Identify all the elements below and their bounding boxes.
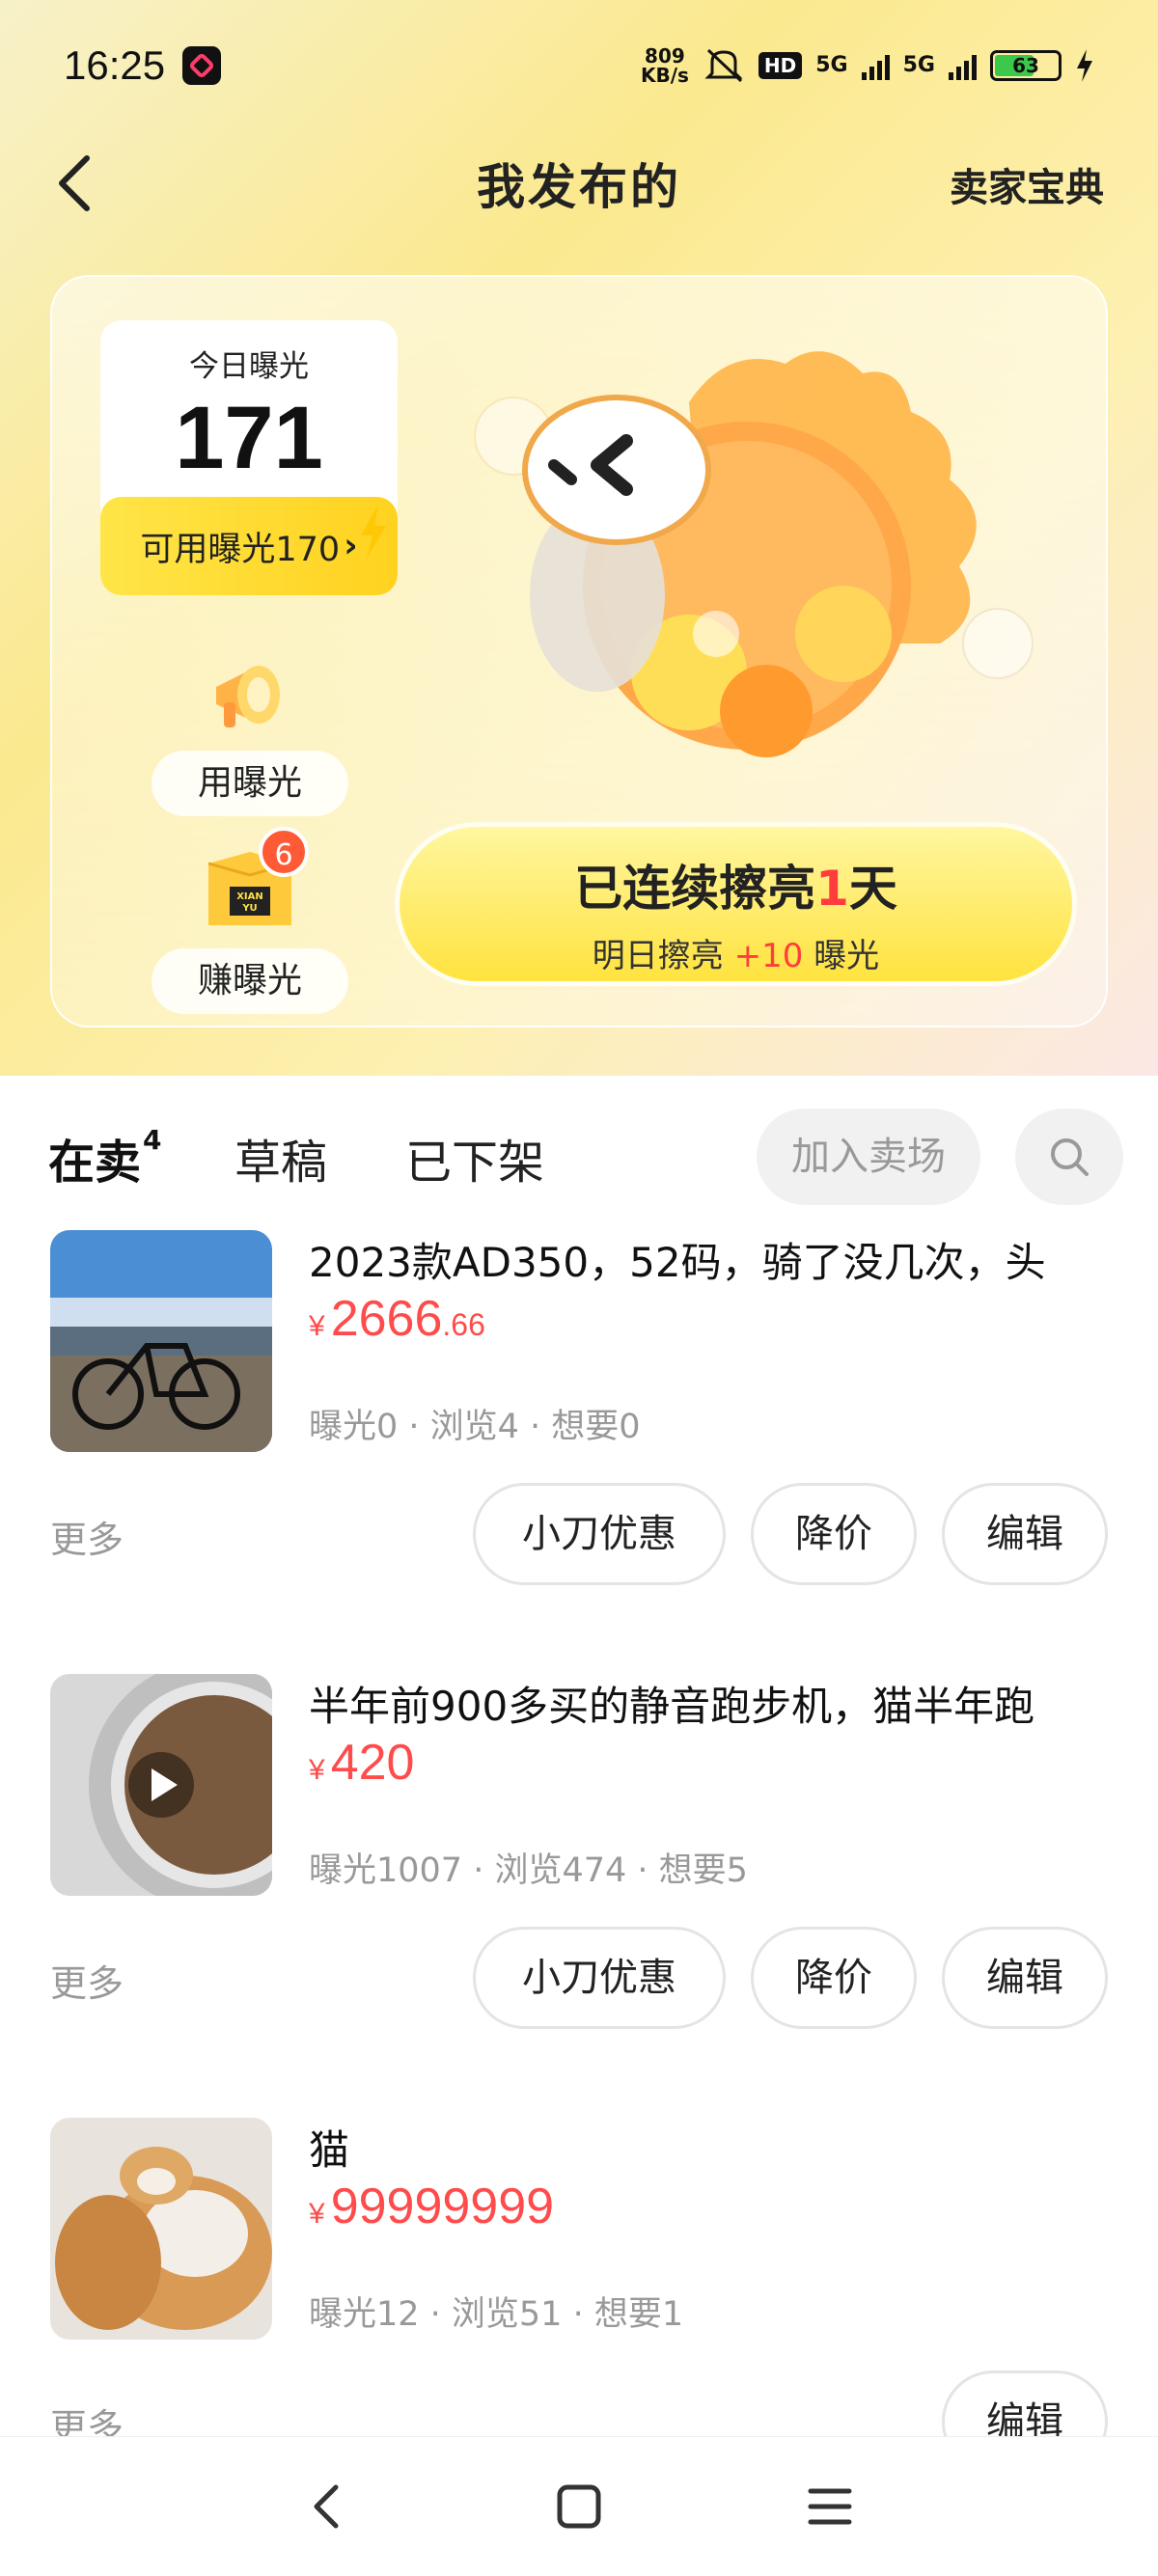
signal-5g-label-1: 5G: [815, 53, 848, 77]
svg-text:YU: YU: [241, 903, 257, 914]
treadmill-video-thumb: [50, 1674, 272, 1896]
today-exposure-value: 171: [175, 389, 323, 487]
status-bar: 16:25 809 KB/s HD 5G 5G 63: [0, 0, 1158, 130]
more-button[interactable]: 更多: [50, 1510, 124, 1563]
fish-mascot-illustration: [474, 351, 1034, 757]
system-navigation-bar: [0, 2436, 1158, 2576]
listing-price: ¥2666.66: [309, 1291, 485, 1347]
cat-photo: [50, 2118, 272, 2340]
listing-item[interactable]: 2023款AD350，52码，骑了没几次，头 ¥2666.66 曝光0 · 浏览…: [0, 1230, 1158, 1674]
streak-text: 已连续擦亮1天: [574, 861, 897, 917]
listing-title[interactable]: 2023款AD350，52码，骑了没几次，头: [309, 1230, 1110, 1289]
streak-button[interactable]: 已连续擦亮1天 明日擦亮 +10 曝光: [395, 822, 1077, 986]
box-text: XIAN: [236, 891, 263, 902]
listing-tabs: 在卖4 草稿 已下架 加入卖场: [0, 1076, 1158, 1230]
exposure-card: 今日曝光 171 可用曝光170 › 用曝光 XIAN YU 6 赚曝光 已连续…: [50, 275, 1108, 1028]
chevron-right-icon: ›: [344, 527, 358, 565]
tab-on-sale[interactable]: 在卖4: [44, 1124, 162, 1192]
mute-icon: [704, 48, 743, 82]
more-button[interactable]: 更多: [50, 1954, 124, 2007]
join-market-button[interactable]: 加入卖场: [757, 1109, 980, 1205]
search-button[interactable]: [1015, 1109, 1123, 1205]
available-exposure-label: 可用曝光170: [140, 530, 341, 569]
listing-stats: 曝光1007 · 浏览474 · 想要5: [309, 1851, 748, 1890]
listing-stats: 曝光12 · 浏览51 · 想要1: [309, 2295, 684, 2334]
discount-button[interactable]: 小刀优惠: [473, 1927, 726, 2029]
listings-section: 在卖4 草稿 已下架 加入卖场 2023款AD350，52码，骑了没几次，头 ¥…: [0, 1076, 1158, 2473]
earn-badge: 6: [259, 827, 309, 877]
nav-back-icon[interactable]: [299, 2478, 357, 2535]
earn-exposure-label: 赚曝光: [152, 948, 348, 1014]
listing-thumbnail-cat[interactable]: [50, 2118, 272, 2340]
charging-icon: [1077, 48, 1092, 82]
gift-box-wrap: XIAN YU 6: [197, 827, 309, 943]
battery-icon: 63: [990, 49, 1062, 81]
status-indicators: 809 KB/s HD 5G 5G 63: [641, 46, 1094, 85]
page-header: 我发布的 卖家宝典: [0, 135, 1158, 232]
seller-guide-link[interactable]: 卖家宝典: [950, 156, 1104, 212]
reduce-price-button[interactable]: 降价: [751, 1483, 917, 1585]
battery-level: 63: [1012, 53, 1039, 77]
nav-home-icon[interactable]: [550, 2478, 608, 2535]
network-speed: 809 KB/s: [640, 43, 689, 87]
listing-stats: 曝光0 · 浏览4 · 想要0: [309, 1408, 641, 1446]
back-arrow-icon[interactable]: [48, 152, 106, 214]
page-title: 我发布的: [477, 159, 681, 215]
listing-price: ¥99999999: [309, 2179, 555, 2234]
listing-title[interactable]: 猫: [309, 2118, 1110, 2177]
today-exposure-label: 今日曝光: [189, 349, 309, 384]
streak-days: 1: [815, 861, 849, 917]
earn-exposure-action[interactable]: XIAN YU 6 赚曝光: [152, 827, 348, 1014]
signal-icon-1: [861, 51, 890, 80]
nav-menu-icon[interactable]: [801, 2478, 859, 2535]
hd-icon: HD: [758, 51, 803, 79]
reduce-price-button[interactable]: 降价: [751, 1927, 917, 2029]
listing-item[interactable]: 半年前900多买的静音跑步机，猫半年跑 ¥420 曝光1007 · 浏览474 …: [0, 1674, 1158, 2118]
listing-title[interactable]: 半年前900多买的静音跑步机，猫半年跑: [309, 1674, 1110, 1733]
lightning-icon: [361, 505, 386, 559]
tab-removed[interactable]: 已下架: [405, 1124, 544, 1192]
available-exposure-button[interactable]: 可用曝光170 ›: [100, 497, 398, 595]
listing-thumbnail-bike[interactable]: [50, 1230, 272, 1452]
use-exposure-action[interactable]: 用曝光: [152, 639, 348, 816]
edit-button[interactable]: 编辑: [942, 1483, 1108, 1585]
listing-price: ¥420: [309, 1735, 415, 1791]
signal-icon-2: [949, 51, 977, 80]
megaphone-icon: [216, 666, 280, 727]
edit-button[interactable]: 编辑: [942, 1927, 1108, 2029]
use-exposure-label: 用曝光: [152, 751, 348, 816]
signal-5g-label-2: 5G: [902, 53, 935, 77]
listing-thumbnail-treadmill[interactable]: [50, 1674, 272, 1896]
tomorrow-bonus: +10: [733, 937, 804, 975]
tab-on-sale-count: 4: [143, 1124, 162, 1156]
tomorrow-bonus-text: 明日擦亮 +10 曝光: [592, 937, 880, 975]
bike-photo: [50, 1230, 272, 1452]
app-notification-icon: [182, 45, 222, 85]
status-time: 16:25: [64, 41, 166, 88]
search-icon: [1051, 1138, 1089, 1176]
tab-drafts[interactable]: 草稿: [234, 1124, 327, 1192]
discount-button[interactable]: 小刀优惠: [473, 1483, 726, 1585]
